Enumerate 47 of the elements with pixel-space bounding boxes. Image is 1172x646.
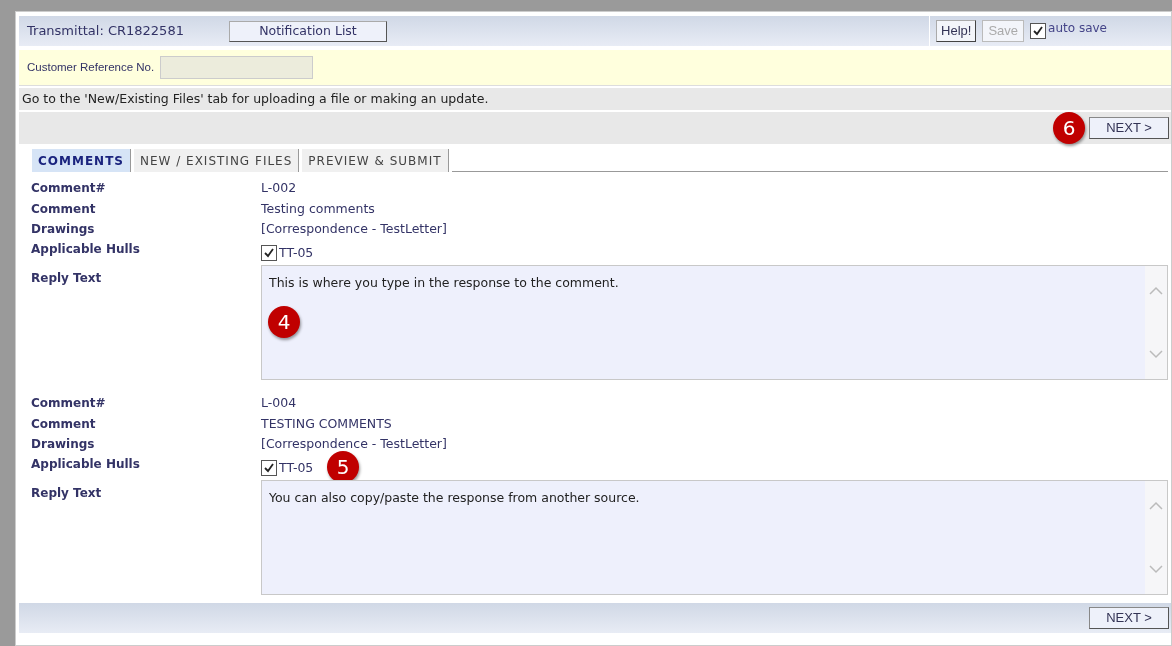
field-label: Applicable Hulls [31,456,141,473]
field-label: Comment [31,416,97,433]
next-button[interactable]: NEXT > [1089,117,1169,139]
scroll-up-icon[interactable] [1149,286,1163,295]
hull-label: TT-05 [279,244,314,262]
help-button[interactable]: Help! [936,20,977,42]
scroll-up-icon[interactable] [1149,501,1163,510]
reply-text-field[interactable]: You can also copy/paste the response from another source. [261,480,1168,595]
info-message: Go to the 'New/Existing Files' tab for uploading a file or making an update. [22,89,489,108]
check-icon [263,462,275,475]
reply-text: This is where you type in the response to the comment. [269,275,619,290]
field-label: Reply Text [31,270,103,287]
scroll-down-icon[interactable] [1149,565,1163,574]
next-button[interactable]: NEXT > [1089,607,1169,629]
field-label: Reply Text [31,485,103,502]
check-icon [263,247,275,260]
auto-save-label: auto save [1048,20,1107,37]
callout-badge: 5 [327,451,359,483]
field-label: Applicable Hulls [31,241,141,258]
field-label: Comment [31,201,97,218]
field-label: Drawings [31,436,96,453]
field-label: Comment# [31,180,107,197]
comment-text: TESTING COMMENTS [261,415,392,433]
checkbox[interactable] [261,245,277,262]
customer-reference-field[interactable] [160,56,314,79]
tab[interactable]: PREVIEW & SUBMIT [302,149,449,172]
checkbox[interactable] [1030,23,1047,39]
comment-text: Testing comments [261,200,375,218]
callout-badge: 6 [1053,112,1085,144]
drawing-reference: [Correspondence - TestLetter] [261,220,447,238]
checkbox[interactable] [261,460,277,477]
check-icon [1032,25,1045,37]
tab[interactable]: NEW / EXISTING FILES [133,149,300,172]
customer-reference-label: Customer Reference No. [27,59,155,75]
notification-list-button[interactable]: Notification List [229,20,387,42]
drawing-reference: [Correspondence - TestLetter] [261,435,447,453]
tab[interactable]: COMMENTS [32,149,131,172]
field-label: Drawings [31,221,96,238]
comment-number: L-004 [261,394,297,412]
transmittal-title: Transmittal: CR1822581 [27,22,185,41]
comment-number: L-002 [261,179,297,197]
reply-text: You can also copy/paste the response from another source. [269,490,640,505]
callout-badge: 4 [268,306,300,338]
field-label: Comment# [31,395,107,412]
reply-text-field[interactable]: This is where you type in the response to the comment. 4 [261,265,1168,380]
scroll-down-icon[interactable] [1149,350,1163,359]
hull-label: TT-05 [279,459,314,477]
